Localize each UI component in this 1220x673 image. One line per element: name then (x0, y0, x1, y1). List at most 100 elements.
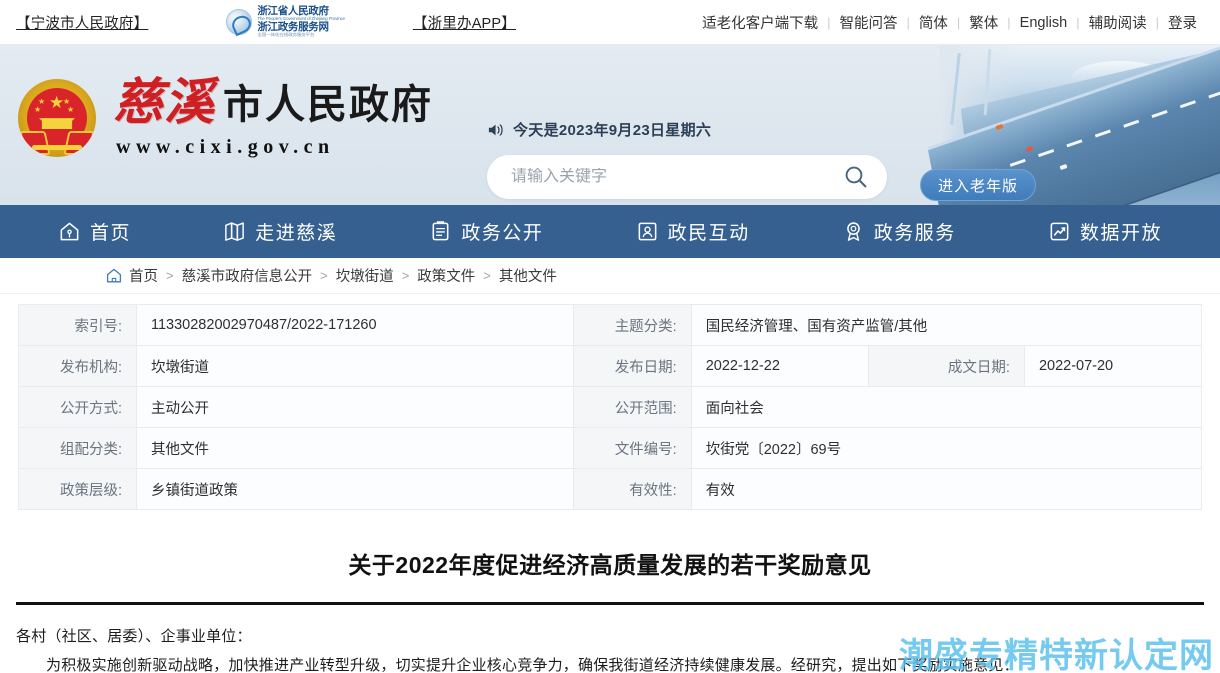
breadcrumb-item-other-documents[interactable]: 其他文件 (499, 265, 557, 286)
meta-value-publish-date: 2022-12-22 (690, 345, 869, 387)
topbar-link-english[interactable]: English (1011, 15, 1077, 31)
topbar-link-smart-qa[interactable]: 智能问答 (830, 12, 906, 33)
topbar-left-group: 【宁波市人民政府】 浙江省人民政府 The People's Governmen… (0, 6, 516, 38)
breadcrumb: 首页 > 慈溪市政府信息公开 > 坎墩街道 > 政策文件 > 其他文件 (0, 258, 1220, 294)
site-header: ★ ★ ★ ★ ★ 慈溪 市人民政府 www.cixi.gov.cn 今天是20… (0, 45, 1220, 205)
table-row: 发布机构: 坎墩街道 发布日期: 2022-12-22 成文日期: 2022-0… (18, 345, 1203, 387)
zhejiang-logo-text: 浙江省人民政府 The People's Government of Zheji… (257, 6, 345, 38)
speaker-icon (488, 123, 503, 136)
topbar-link-assisted-reading[interactable]: 辅助阅读 (1080, 12, 1156, 33)
bridge-pylon-1 (950, 53, 961, 125)
title-divider (16, 602, 1204, 605)
meta-label-document-number: 文件编号: (572, 427, 692, 469)
nav-label: 走进慈溪 (255, 223, 338, 244)
meta-label-topic-category: 主题分类: (572, 304, 692, 346)
nav-item-home[interactable]: 首页 (58, 218, 131, 245)
chart-icon (1050, 222, 1069, 241)
topbar-link-simplified[interactable]: 简体 (910, 12, 957, 33)
breadcrumb-item-gov-info-disclosure[interactable]: 慈溪市政府信息公开 (182, 265, 313, 286)
award-icon (846, 222, 860, 241)
nav-item-citizen-interaction[interactable]: 政民互动 (636, 218, 750, 245)
map-icon (225, 222, 245, 241)
nav-label: 数据开放 (1079, 223, 1162, 244)
breadcrumb-separator: > (166, 268, 174, 283)
page-title: 关于2022年度促进经济高质量发展的若干奖励意见 (348, 552, 872, 578)
home-outline-icon (106, 268, 122, 283)
meta-label-written-date: 成文日期: (867, 345, 1025, 387)
zhejiang-swirl-icon (226, 9, 253, 35)
emblem-wheat-left (19, 131, 51, 155)
zhelifan-app-link[interactable]: 【浙里办APP】 (413, 12, 516, 33)
header-search-area: 今天是2023年9月23日星期六 (487, 119, 897, 199)
meta-value-document-number: 坎街党〔2022〕69号 (690, 427, 1203, 469)
search-icon[interactable] (843, 164, 869, 190)
table-row: 索引号: 11330282002970487/2022-171260 主题分类:… (18, 304, 1203, 346)
site-name-city: 慈溪 (113, 74, 215, 130)
meta-label-publish-org: 发布机构: (18, 345, 137, 387)
meta-label-policy-level: 政策层级: (18, 468, 137, 510)
article-paragraph-1: 为积极实施创新驱动战略，加快推进产业转型升级，切实提升企业核心竞争力，确保我街道… (46, 657, 1019, 673)
today-date-text: 今天是2023年9月23日星期六 (513, 122, 712, 139)
meta-value-publish-org: 坎墩街道 (136, 345, 574, 387)
emblem-wheat-right (63, 131, 95, 155)
meta-label-publish-date: 发布日期: (572, 345, 692, 387)
nav-item-open-data[interactable]: 数据开放 (1048, 218, 1162, 245)
table-row: 政策层级: 乡镇街道政策 有效性: 有效 (18, 468, 1203, 510)
document-metadata-table: 索引号: 11330282002970487/2022-171260 主题分类:… (18, 304, 1203, 510)
meta-value-group-category: 其他文件 (136, 427, 574, 469)
topbar-link-login[interactable]: 登录 (1159, 12, 1206, 33)
table-row: 公开方式: 主动公开 公开范围: 面向社会 (18, 386, 1203, 428)
meta-label-validity: 有效性: (572, 468, 692, 510)
breadcrumb-item-kandun-street[interactable]: 坎墩街道 (336, 265, 394, 286)
breadcrumb-item-home[interactable]: 首页 (129, 265, 158, 286)
site-name-government: 市人民政府 (223, 82, 433, 128)
search-input[interactable] (511, 168, 843, 186)
breadcrumb-item-policy-documents[interactable]: 政策文件 (417, 265, 475, 286)
nav-label: 政务公开 (461, 223, 544, 244)
ningbo-gov-link[interactable]: 【宁波市人民政府】 (16, 12, 148, 33)
zhejiang-logo-line2-sub: 全国一体化在线政务服务平台 (257, 32, 315, 37)
meta-label-group-category: 组配分类: (18, 427, 137, 469)
meta-label-disclosure-method: 公开方式: (18, 386, 137, 428)
clipboard-icon (432, 221, 449, 241)
zhejiang-gov-service-logo[interactable]: 浙江省人民政府 The People's Government of Zheji… (226, 6, 345, 38)
elder-version-button[interactable]: 进入老年版 (920, 169, 1036, 201)
meta-value-validity: 有效 (690, 468, 1203, 510)
zhejiang-logo-line1-sub: The People's Government of Zhejiang Prov… (257, 16, 345, 22)
top-utility-bar: 【宁波市人民政府】 浙江省人民政府 The People's Governmen… (0, 0, 1220, 45)
topbar-link-traditional[interactable]: 繁体 (960, 12, 1007, 33)
meta-label-index-number: 索引号: (18, 304, 137, 346)
breadcrumb-separator: > (320, 268, 328, 283)
emblem-ribbon (32, 145, 82, 150)
national-emblem-icon: ★ ★ ★ ★ ★ (18, 79, 96, 157)
breadcrumb-separator: > (483, 268, 491, 283)
emblem-star-large: ★ (49, 93, 65, 112)
user-card-icon (638, 222, 656, 241)
meta-value-disclosure-scope: 面向社会 (690, 386, 1203, 428)
nav-item-gov-services[interactable]: 政务服务 (842, 218, 956, 245)
article-body: 各村（社区、居委）、企事业单位： 为积极实施创新驱动战略，加快推进产业转型升级，… (16, 622, 1213, 673)
meta-value-written-date: 2022-07-20 (1023, 345, 1203, 387)
meta-label-disclosure-scope: 公开范围: (572, 386, 692, 428)
home-icon (60, 222, 79, 241)
nav-label: 政民互动 (667, 223, 750, 244)
today-date-line: 今天是2023年9月23日星期六 (487, 119, 897, 140)
breadcrumb-separator: > (401, 268, 410, 283)
emblem-star-small-4: ★ (67, 105, 75, 114)
emblem-star-small-2: ★ (34, 105, 42, 114)
nav-label: 政务服务 (873, 223, 956, 244)
nav-label: 首页 (90, 223, 132, 244)
site-name-block: 慈溪 市人民政府 www.cixi.gov.cn (113, 77, 433, 159)
site-url: www.cixi.gov.cn (116, 136, 335, 158)
nav-item-gov-disclosure[interactable]: 政务公开 (429, 218, 543, 245)
search-bar[interactable] (487, 155, 887, 199)
article-container: 关于2022年度促进经济高质量发展的若干奖励意见 各村（社区、居委）、企事业单位… (0, 546, 1220, 673)
site-logo[interactable]: ★ ★ ★ ★ ★ 慈溪 市人民政府 www.cixi.gov.cn (18, 77, 433, 159)
topbar-link-elder-client-download[interactable]: 适老化客户端下载 (693, 12, 827, 33)
nav-item-about-cixi[interactable]: 走进慈溪 (223, 218, 337, 245)
topbar-right-links: 适老化客户端下载 | 智能问答 | 简体 | 繁体 | English | 辅助… (693, 0, 1206, 45)
article-paragraph-salutation: 各村（社区、居委）、企事业单位： (16, 628, 252, 645)
table-row: 组配分类: 其他文件 文件编号: 坎街党〔2022〕69号 (18, 427, 1203, 469)
meta-value-topic-category: 国民经济管理、国有资产监管/其他 (690, 304, 1203, 346)
meta-value-disclosure-method: 主动公开 (136, 386, 574, 428)
